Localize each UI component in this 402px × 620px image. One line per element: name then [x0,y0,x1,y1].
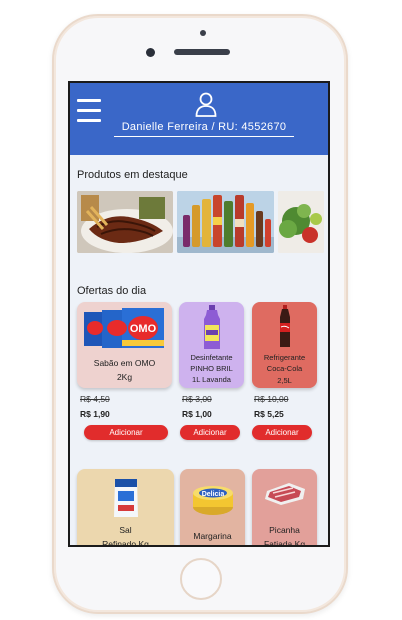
product-card-picanha[interactable]: Picanha Fatiada Kg [252,469,317,547]
product-card-margarina[interactable]: Delicia Margarina [180,469,245,545]
product-card-coca-cola[interactable]: Refrigerante Coca-Cola 2,5L [252,302,317,388]
featured-item-beverages[interactable] [177,191,274,253]
product-name-line3: 2,5L [277,376,292,385]
add-to-cart-button-omo[interactable]: Adicionar [84,425,168,440]
svg-text:Delicia: Delicia [201,491,224,498]
product-name-line2: Fatiada Kg [263,539,306,547]
add-to-cart-button-pinho-bril[interactable]: Adicionar [180,425,240,440]
product-name-line3: 1L Lavanda [192,375,231,384]
product-name-line2: Coca-Cola [266,364,303,373]
home-button[interactable] [180,558,222,600]
product-name-line1: Margarina [193,531,232,541]
old-price-pinho-bril: R$ 3,00 [182,394,212,404]
add-to-cart-button-coca-cola[interactable]: Adicionar [252,425,312,440]
offers-section-title: Ofertas do dia [77,285,147,297]
svg-text:OMO: OMO [129,323,156,335]
product-name-line2: 2Kg [116,372,133,382]
front-camera [146,48,155,57]
old-price-coca-cola: R$ 10,00 [254,394,289,404]
new-price-omo: R$ 1,90 [80,409,110,419]
product-name-line1: Sabão em OMO [93,358,156,368]
product-name-line2: Refinado Kg [102,539,149,547]
omo-product-image: OMO [83,308,164,348]
sal-product-image [113,479,138,517]
margarina-product-image: Delicia [192,486,233,515]
user-name-label: Danielle Ferreira / RU: 4552670 [114,121,294,137]
new-price-pinho-bril: R$ 1,00 [182,409,212,419]
product-name-line1: Picanha [269,525,300,535]
featured-item-vegetables[interactable] [278,191,324,253]
proximity-sensor [200,30,206,36]
picanha-product-image [264,483,305,505]
new-price-coca-cola: R$ 5,25 [254,409,284,419]
app-header: Danielle Ferreira / RU: 4552670 [70,83,328,155]
product-name-line1: Sal [119,525,132,535]
product-name-line1: Refrigerante [263,353,306,362]
product-name-line1: Desinfetante [190,353,233,362]
app-screen: Danielle Ferreira / RU: 4552670 Produtos… [68,81,330,547]
coca-cola-product-image [279,305,290,347]
menu-icon[interactable] [77,99,101,125]
earpiece-speaker [174,49,230,55]
featured-carousel[interactable] [77,191,328,253]
user-icon[interactable] [195,92,217,118]
old-price-omo: R$ 4,50 [80,394,110,404]
featured-section-title: Produtos em destaque [77,169,188,181]
featured-item-grilled-meat[interactable] [77,191,173,253]
product-card-pinho-bril[interactable]: Desinfetante PINHO BRIL 1L Lavanda [179,302,244,388]
product-name-line2: PINHO BRIL [190,364,233,373]
product-card-sal[interactable]: Sal Refinado Kg [77,469,174,547]
pinho-bril-product-image [203,305,220,349]
product-card-omo[interactable]: OMO Sabão em OMO 2Kg [77,302,172,388]
